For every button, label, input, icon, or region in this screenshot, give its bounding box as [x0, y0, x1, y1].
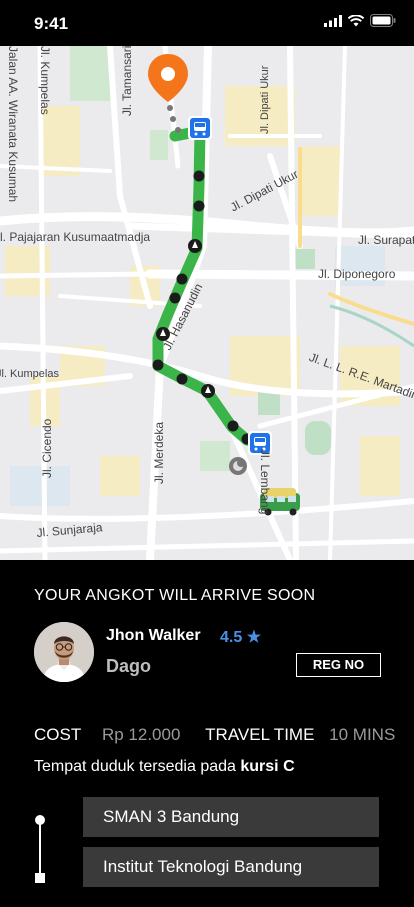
driver-avatar — [34, 622, 94, 682]
seat-value: kursi C — [240, 758, 295, 775]
battery-icon — [370, 14, 396, 27]
street-label: Jl. Tamansari — [120, 46, 134, 116]
street-label: Jl. Merdeka — [152, 421, 166, 484]
street-label: Jl. Diponegoro — [318, 267, 396, 281]
street-label: Jalan AA. Wiranata Kusumah — [6, 46, 20, 203]
street-label: Jl. Cicendo — [40, 418, 54, 478]
status-bar: 9:41 — [0, 0, 414, 46]
map-view[interactable]: Jl. Tamansari Jl. Dipati Ukur Jl. Dipati… — [0, 46, 414, 560]
driver-area: Dago — [106, 656, 151, 676]
route-timeline-icon — [35, 815, 45, 883]
street-label: Jl. Kumpelas — [38, 46, 52, 115]
reg-no-button[interactable]: REG NO — [296, 653, 381, 677]
status-icons — [324, 14, 396, 27]
street-label: Jl. Lembang — [258, 449, 272, 515]
seat-info: Tempat duduk tersedia pada kursi C — [34, 758, 295, 776]
arrival-status: YOUR ANGKOT WILL ARRIVE SOON — [34, 587, 316, 604]
bus-stop-icon — [188, 116, 212, 140]
signal-icon — [324, 14, 342, 27]
status-time: 9:41 — [34, 14, 69, 33]
street-label: Jl. Kumpelas — [0, 368, 59, 380]
driver-rating: 4.5 ★ — [220, 629, 262, 646]
cost-value: Rp 12.000 — [101, 725, 181, 744]
travel-time-value: 10 MINS — [329, 725, 396, 744]
current-location-icon — [229, 457, 247, 475]
driver-name: Jhon Walker — [106, 627, 201, 644]
pickup-stop[interactable]: SMAN 3 Bandung — [83, 797, 379, 837]
trip-info-panel: YOUR ANGKOT WILL ARRIVE SOON Jhon Walker… — [0, 560, 414, 907]
cost-label: COST — [34, 725, 82, 744]
travel-time-label: TRAVEL TIME — [205, 725, 315, 744]
destination-stop[interactable]: Institut Teknologi Bandung — [83, 847, 379, 887]
cost-row: COST Rp 12.000 TRAVEL TIME 10 MINS — [34, 725, 395, 745]
street-label: Jl. Dipati Ukur — [259, 65, 271, 134]
seat-text: Tempat duduk tersedia pada — [34, 758, 236, 775]
wifi-icon — [348, 14, 364, 26]
street-label: Jl. Pajajaran Kusumaatmadja — [0, 230, 151, 244]
street-label: Jl. Surapati — [358, 233, 414, 247]
